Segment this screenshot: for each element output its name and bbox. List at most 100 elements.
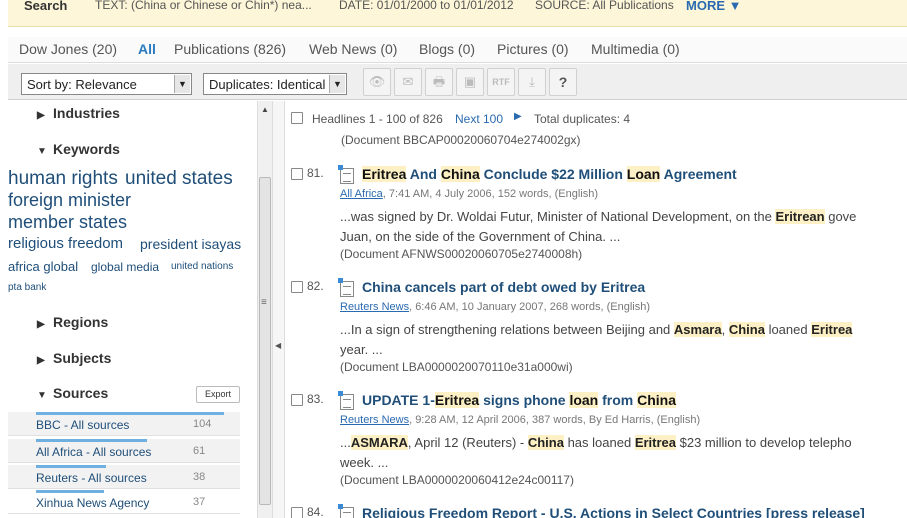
section-keywords[interactable]: ▼ Keywords — [37, 141, 120, 157]
export-button[interactable]: Export — [196, 386, 240, 403]
save-icon[interactable]: ▣ — [456, 68, 484, 96]
section-regions-label: Regions — [53, 314, 109, 330]
snippet-text: week. ... — [340, 455, 389, 470]
keyword-president-isayas[interactable]: president isayas — [140, 236, 241, 252]
tab-dow-jones[interactable]: Dow Jones (20) — [19, 41, 117, 57]
expand-arrow-icon: ▶ — [37, 110, 45, 121]
collapse-arrow-icon: ▼ — [37, 390, 47, 401]
highlight-term: China — [637, 392, 677, 408]
result-checkbox[interactable] — [291, 394, 303, 406]
highlight-term: ASMARA — [350, 435, 408, 450]
result-source-link[interactable]: Reuters News — [340, 301, 409, 313]
result-number: 83. — [307, 392, 324, 406]
tab-web-news[interactable]: Web News (0) — [309, 41, 397, 57]
source-item[interactable]: BBC - All sources 104 — [8, 412, 240, 436]
tab-multimedia[interactable]: Multimedia (0) — [591, 41, 680, 57]
next-arrow-icon[interactable]: ▶ — [514, 111, 522, 122]
section-industries[interactable]: ▶ Industries — [37, 105, 120, 121]
email-icon[interactable]: ✉ — [394, 68, 422, 96]
highlight-term: Eritrea — [811, 322, 853, 337]
source-bar — [36, 412, 224, 415]
document-icon — [338, 504, 354, 518]
section-subjects[interactable]: ▶ Subjects — [37, 350, 111, 366]
result-title[interactable]: Religious Freedom Report - U.S. Actions … — [362, 505, 865, 518]
rtf-button[interactable]: RTF — [487, 68, 515, 96]
highlight-term: China — [440, 166, 480, 182]
highlight-term: Loan — [626, 166, 661, 182]
document-icon — [338, 165, 354, 184]
headlines-count: Headlines 1 - 100 of 826 — [312, 112, 443, 126]
result-number: 82. — [307, 279, 324, 293]
snippet-text: gove — [824, 209, 857, 224]
source-item[interactable]: All Africa - All sources 61 — [8, 439, 240, 463]
view-icon[interactable]: 👁 — [363, 68, 391, 96]
section-subjects-label: Subjects — [53, 350, 112, 366]
result-checkbox[interactable] — [291, 168, 303, 180]
snippet-text: year. ... — [340, 342, 383, 357]
sort-select-value: Sort by: Relevance — [27, 77, 137, 92]
tab-publications[interactable]: Publications (826) — [174, 41, 286, 57]
keyword-religious-freedom[interactable]: religious freedom — [8, 235, 123, 252]
result-title[interactable]: UPDATE 1-Eritrea signs phone loan from C… — [362, 392, 677, 408]
source-item[interactable]: Reuters - All sources 38 — [8, 465, 240, 489]
result-checkbox[interactable] — [291, 281, 303, 293]
tab-pictures[interactable]: Pictures (0) — [497, 41, 569, 57]
highlight-term: China — [728, 322, 765, 337]
result-meta-text: , 6:46 AM, 10 January 2007, 268 words, (… — [409, 301, 650, 313]
document-icon — [338, 391, 354, 410]
collapse-left-icon[interactable]: ◀ — [275, 341, 281, 350]
keyword-foreign-minister[interactable]: foreign minister — [8, 190, 131, 211]
section-industries-label: Industries — [53, 105, 120, 121]
keyword-africa-global[interactable]: africa global — [8, 259, 78, 274]
section-regions[interactable]: ▶ Regions — [37, 314, 108, 330]
result-source-link[interactable]: All Africa — [340, 188, 383, 200]
keyword-united-nations[interactable]: united nations — [171, 261, 233, 272]
result-number: 84. — [307, 505, 324, 518]
keyword-human-rights[interactable]: human rights — [8, 168, 118, 190]
print-icon[interactable]: 🖶 — [425, 68, 453, 96]
result-title[interactable]: Eritrea And China Conclude $22 Million L… — [362, 166, 737, 182]
scroll-up-icon[interactable]: ▲ — [261, 105, 269, 114]
sort-select[interactable]: Sort by: Relevance ▼ — [21, 73, 192, 95]
tab-blogs[interactable]: Blogs (0) — [419, 41, 475, 57]
section-keywords-label: Keywords — [53, 141, 120, 157]
highlight-term: China — [527, 435, 564, 450]
highlight-term: Asmara — [673, 322, 722, 337]
result-source-link[interactable]: Reuters News — [340, 414, 409, 426]
help-button[interactable]: ? — [549, 68, 577, 96]
result-title[interactable]: China cancels part of debt owed by Eritr… — [362, 279, 645, 295]
result-meta: Reuters News, 9:28 AM, 12 April 2006, 38… — [340, 414, 700, 426]
source-count: 38 — [193, 471, 206, 483]
filter-panel-scrollbar[interactable]: ▲ ≡ — [257, 101, 272, 518]
scrollbar-thumb[interactable] — [259, 177, 271, 505]
result-number: 81. — [307, 166, 324, 180]
source-count: 104 — [193, 418, 212, 430]
source-item[interactable]: Xinhua News Agency 37 — [8, 490, 240, 514]
select-all-checkbox[interactable] — [291, 112, 303, 124]
next-page-link[interactable]: Next 100 — [455, 112, 503, 126]
panel-splitter[interactable]: ◀ — [272, 101, 285, 518]
source-name: All Africa - All sources — [36, 445, 152, 459]
keyword-global-media[interactable]: global media — [91, 260, 159, 274]
result-snippet: ...ASMARA, April 12 (Reuters) - China ha… — [340, 433, 907, 473]
more-button[interactable]: MORE ▼ — [686, 0, 741, 13]
keyword-member-states[interactable]: member states — [8, 212, 127, 233]
highlight-term: Eritrean — [775, 209, 825, 224]
previous-doc-id: (Document BBCAP00020060704e274002gx) — [341, 133, 581, 147]
highlight-term: loan — [569, 392, 599, 408]
grip-icon: ≡ — [261, 297, 267, 308]
total-duplicates: Total duplicates: 4 — [534, 112, 631, 126]
duplicates-select[interactable]: Duplicates: Identical ▼ — [203, 73, 347, 95]
section-sources[interactable]: ▼ Sources — [37, 385, 108, 401]
highlight-term: Eritrea — [634, 435, 677, 450]
result-checkbox[interactable] — [291, 507, 303, 518]
keyword-pta-bank[interactable]: pta bank — [8, 282, 46, 293]
pdf-icon[interactable]: ⤓ — [518, 68, 546, 96]
result-meta: All Africa, 7:41 AM, 4 July 2006, 152 wo… — [340, 188, 598, 200]
keyword-united-states[interactable]: united states — [125, 168, 233, 190]
snippet-text: ... — [340, 435, 351, 450]
source-bar — [36, 490, 104, 493]
source-bar — [36, 465, 106, 468]
snippet-text: Juan, on the side of the Government of C… — [340, 229, 621, 244]
tab-all[interactable]: All — [138, 41, 156, 57]
